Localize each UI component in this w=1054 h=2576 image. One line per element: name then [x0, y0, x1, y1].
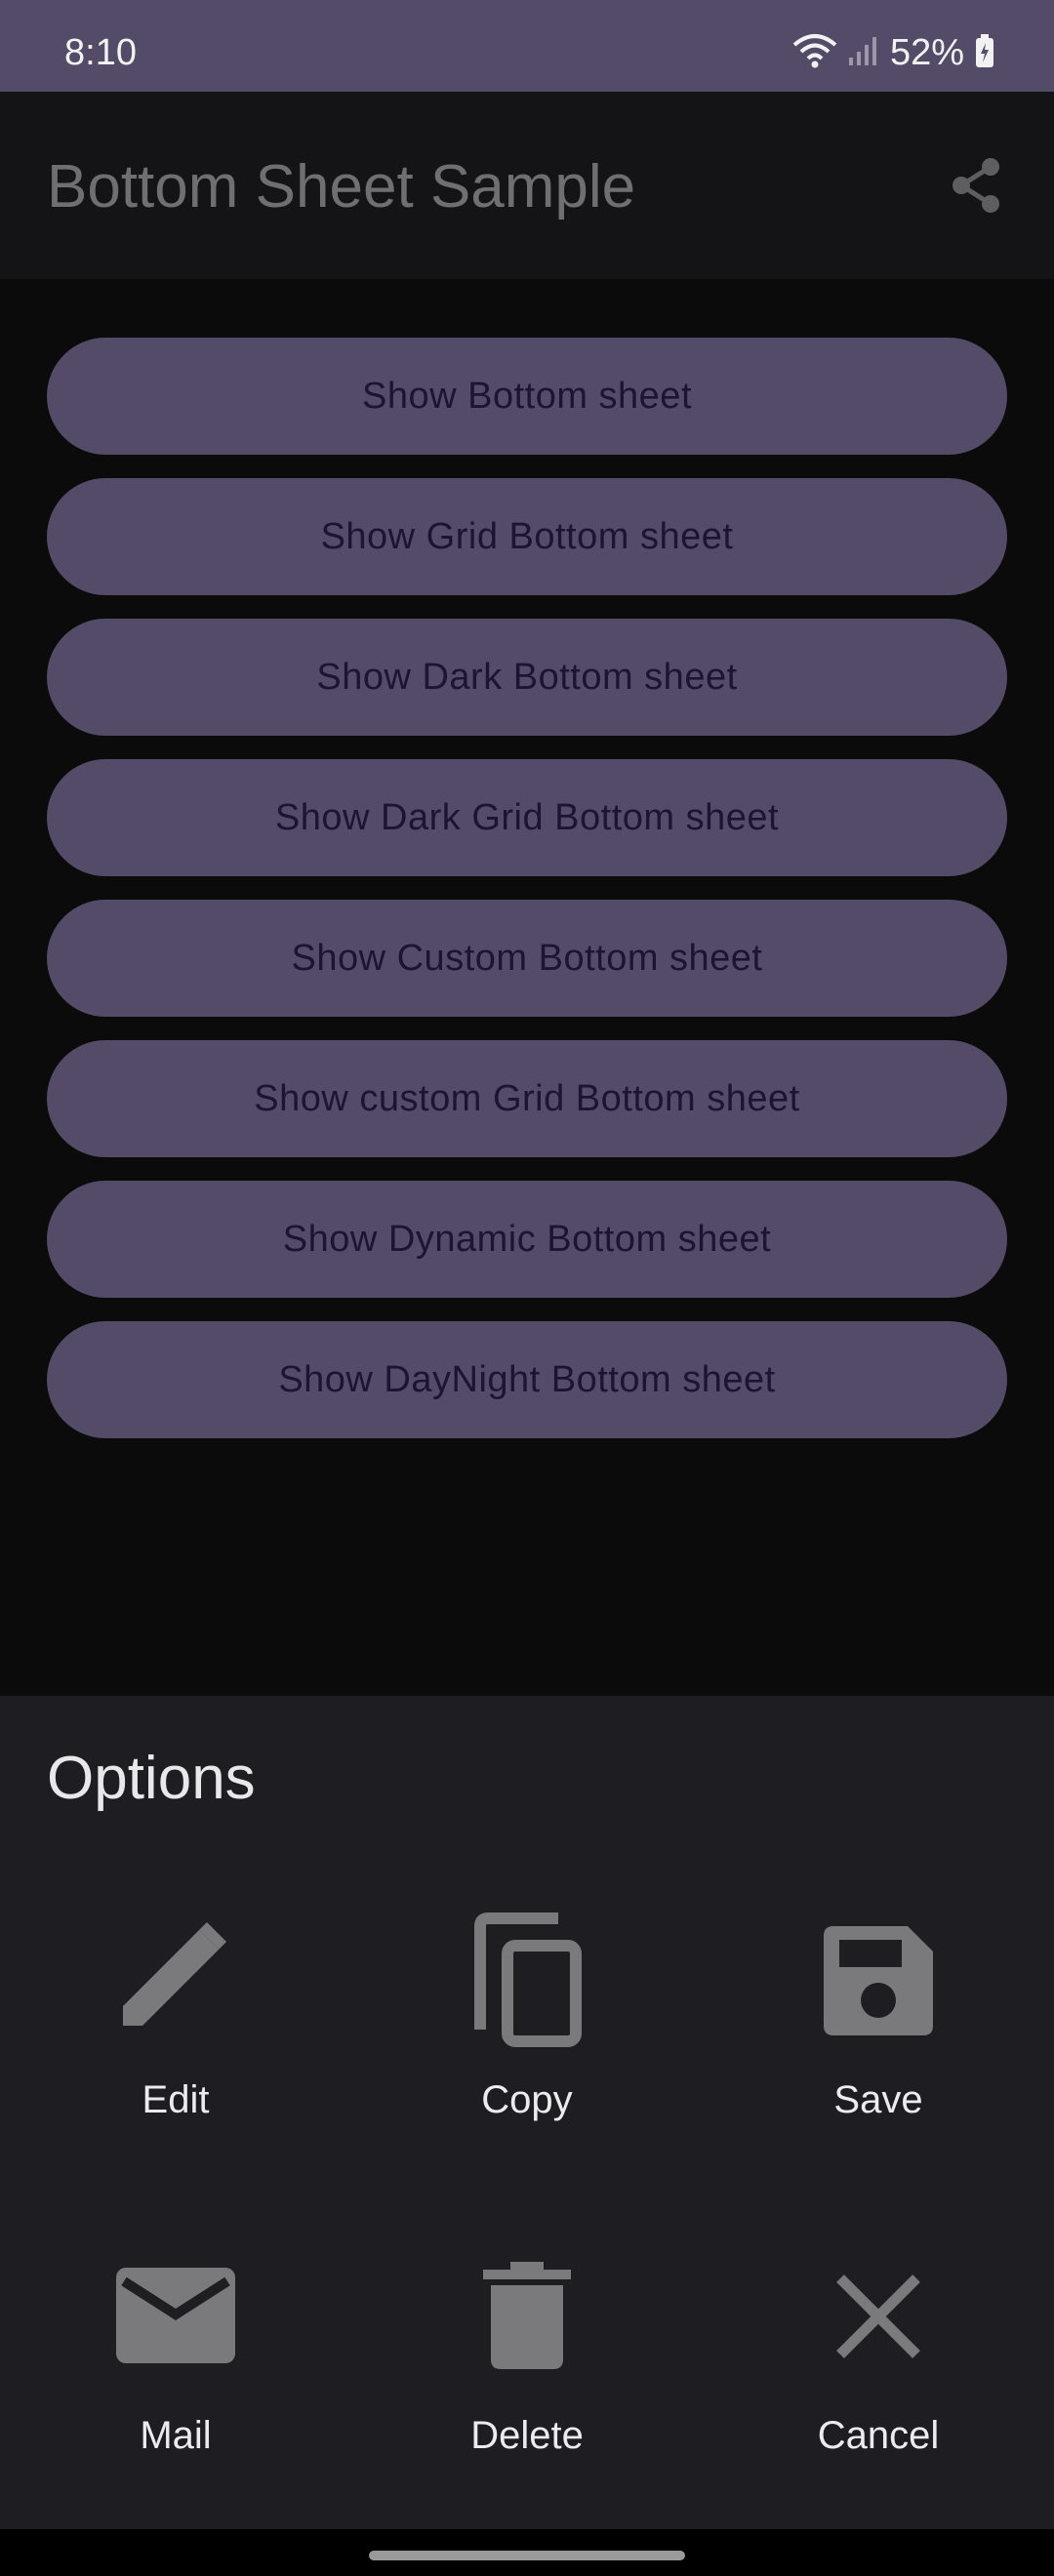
cancel-icon: [810, 2248, 947, 2385]
show-dynamic-bottom-sheet-button[interactable]: Show Dynamic Bottom sheet: [47, 1181, 1007, 1298]
option-edit[interactable]: Edit: [0, 1912, 351, 2166]
option-label: Mail: [140, 2414, 212, 2457]
status-time: 8:10: [64, 32, 137, 73]
show-dark-bottom-sheet-button[interactable]: Show Dark Bottom sheet: [47, 619, 1007, 736]
signal-icon: [847, 34, 880, 72]
show-bottom-sheet-button[interactable]: Show Bottom sheet: [47, 338, 1007, 455]
option-save[interactable]: Save: [703, 1912, 1054, 2166]
option-mail[interactable]: Mail: [0, 2248, 351, 2502]
copy-icon: [459, 1912, 595, 2049]
app-title: Bottom Sheet Sample: [47, 153, 636, 221]
show-daynight-bottom-sheet-button[interactable]: Show DayNight Bottom sheet: [47, 1321, 1007, 1438]
screen: 8:10 52% Bottom Sheet Sample Show Bottom…: [0, 0, 1054, 2576]
show-custom-bottom-sheet-button[interactable]: Show Custom Bottom sheet: [47, 900, 1007, 1017]
edit-icon: [107, 1912, 244, 2049]
gesture-handle[interactable]: [369, 2551, 685, 2560]
navigation-bar: [0, 2529, 1054, 2576]
mail-icon: [107, 2248, 244, 2385]
show-dark-grid-bottom-sheet-button[interactable]: Show Dark Grid Bottom sheet: [47, 759, 1007, 876]
battery-icon: [974, 33, 995, 73]
bottom-sheet: Options Edit Copy Save Mail Delete Cance…: [0, 1696, 1054, 2576]
option-delete[interactable]: Delete: [351, 2248, 703, 2502]
wifi-icon: [792, 33, 837, 73]
option-label: Cancel: [817, 2414, 940, 2457]
option-label: Edit: [142, 2078, 210, 2121]
sheet-title: Options: [47, 1745, 256, 1812]
save-icon: [810, 1912, 947, 2049]
option-cancel[interactable]: Cancel: [703, 2248, 1054, 2502]
app-bar: Bottom Sheet Sample: [0, 92, 1054, 279]
status-bar: 8:10 52%: [0, 0, 1054, 92]
status-icons: 52%: [792, 29, 995, 76]
option-label: Copy: [481, 2078, 573, 2121]
show-custom-grid-bottom-sheet-button[interactable]: Show custom Grid Bottom sheet: [47, 1040, 1007, 1157]
delete-icon: [459, 2248, 595, 2385]
share-icon: [946, 155, 1006, 221]
share-button[interactable]: [937, 148, 1015, 226]
option-copy[interactable]: Copy: [351, 1912, 703, 2166]
option-label: Save: [833, 2078, 923, 2121]
battery-percent: 52%: [889, 32, 964, 73]
option-label: Delete: [470, 2414, 584, 2457]
show-grid-bottom-sheet-button[interactable]: Show Grid Bottom sheet: [47, 478, 1007, 595]
button-list: Show Bottom sheet Show Grid Bottom sheet…: [47, 338, 1007, 1462]
